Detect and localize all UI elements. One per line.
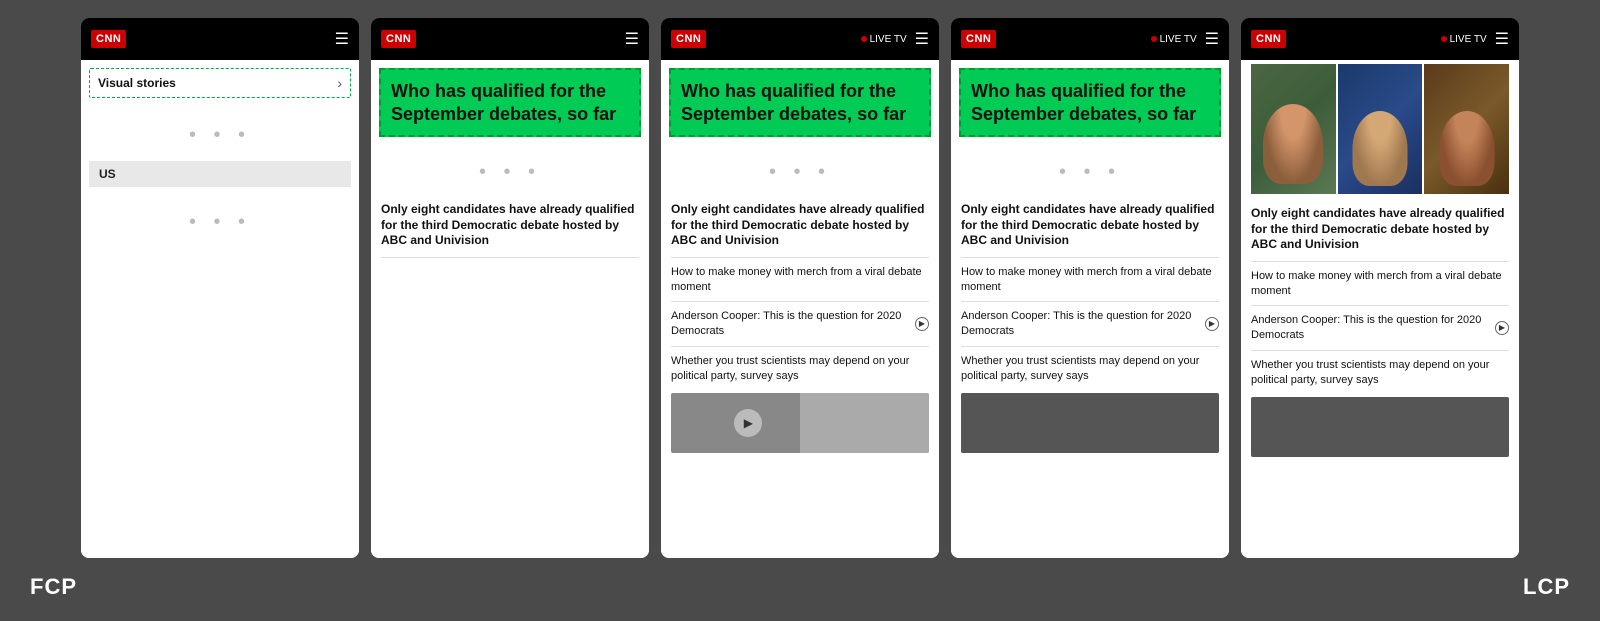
headline-text-3: Who has qualified for the September deba… [681,80,919,125]
divider-3c [671,346,929,347]
phone-body-4: Who has qualified for the September deba… [951,60,1229,558]
article-image-3: ▶ [671,393,929,453]
visual-stories-bar[interactable]: Visual stories › [89,68,351,98]
cnn-logo-3: CNN [671,30,706,48]
chevron-right-icon: › [337,75,342,91]
sub-article-4-3: Whether you trust scientists may depend … [961,354,1219,384]
cnn-logo-1: CNN [91,30,126,48]
live-dot-5 [1441,36,1447,42]
loading-dots-2: • • • [81,191,359,244]
divider-3a [671,257,929,258]
article-title-5: Only eight candidates have already quali… [1251,206,1509,253]
phone-3: CNN LIVE TV ☰ Who has qualified for the … [661,18,939,558]
live-tv-text-4: LIVE TV [1160,34,1197,45]
sub-article-5-3: Whether you trust scientists may depend … [1251,358,1509,388]
divider-5a [1251,261,1509,262]
sub-article-5-2: Anderson Cooper: This is the question fo… [1251,313,1509,343]
divider-4b [961,301,1219,302]
sub-article-3-2: Anderson Cooper: This is the question fo… [671,309,929,339]
header-right-2: ☰ [625,29,639,49]
lcp-person-image-2 [1338,64,1423,194]
header-right-4: LIVE TV ☰ [1151,29,1219,49]
phone-fcp: CNN ☰ Visual stories › • • • US • • • [81,18,359,558]
hamburger-icon-5[interactable]: ☰ [1495,29,1509,49]
play-overlay-3[interactable]: ▶ [734,409,762,437]
headline-box-4: Who has qualified for the September deba… [959,68,1221,137]
cnn-logo-5: CNN [1251,30,1286,48]
article-title-3: Only eight candidates have already quali… [671,202,929,249]
lcp-image-row [1251,64,1509,194]
loading-dots-4: • • • [661,141,939,194]
live-tv-label-3: LIVE TV [861,34,907,45]
phone-body-3: Who has qualified for the September deba… [661,60,939,558]
article-title-2: Only eight candidates have already quali… [381,202,639,249]
headline-box-3: Who has qualified for the September deba… [669,68,931,137]
play-icon-4[interactable]: ▶ [1205,317,1219,331]
cnn-header-5: CNN LIVE TV ☰ [1241,18,1519,60]
live-tv-text-3: LIVE TV [870,34,907,45]
phone-lcp: CNN LIVE TV ☰ Only eight candidates have… [1241,18,1519,558]
divider-3b [671,301,929,302]
loading-dots-5: • • • [951,141,1229,194]
hamburger-icon-4[interactable]: ☰ [1205,29,1219,49]
phone-body-1: Visual stories › • • • US • • • [81,60,359,558]
sub-article-5-1: How to make money with merch from a vira… [1251,269,1509,299]
phone-2: CNN ☰ Who has qualified for the Septembe… [371,18,649,558]
hamburger-icon-1[interactable]: ☰ [335,29,349,49]
hamburger-icon-3[interactable]: ☰ [915,29,929,49]
divider-4a [961,257,1219,258]
live-dot-4 [1151,36,1157,42]
sub-article-3-1: How to make money with merch from a vira… [671,265,929,295]
cnn-logo-2: CNN [381,30,416,48]
live-tv-label-5: LIVE TV [1441,34,1487,45]
phones-container: CNN ☰ Visual stories › • • • US • • • CN… [0,0,1600,558]
cnn-header-4: CNN LIVE TV ☰ [951,18,1229,60]
play-icon-3[interactable]: ▶ [915,317,929,331]
image-overlay-3 [800,393,929,453]
lcp-person-image-3 [1424,64,1509,194]
cnn-header-1: CNN ☰ [81,18,359,60]
visual-stories-label: Visual stories [98,76,176,90]
fcp-label: FCP [30,574,77,600]
hamburger-icon-2[interactable]: ☰ [625,29,639,49]
live-tv-label-4: LIVE TV [1151,34,1197,45]
headline-text-2: Who has qualified for the September deba… [391,80,629,125]
cnn-header-2: CNN ☰ [371,18,649,60]
live-tv-text-5: LIVE TV [1450,34,1487,45]
header-right-1: ☰ [335,29,349,49]
headline-text-4: Who has qualified for the September deba… [971,80,1209,125]
divider-4c [961,346,1219,347]
sub-article-4-1: How to make money with merch from a vira… [961,265,1219,295]
header-right-5: LIVE TV ☰ [1441,29,1509,49]
divider-5c [1251,350,1509,351]
headline-box-2: Who has qualified for the September deba… [379,68,641,137]
phone-body-2: Who has qualified for the September deba… [371,60,649,558]
loading-dots-3: • • • [371,141,649,194]
sub-article-4-2: Anderson Cooper: This is the question fo… [961,309,1219,339]
header-right-3: LIVE TV ☰ [861,29,929,49]
divider-2 [381,257,639,258]
us-section-label: US [89,161,351,187]
article-image-5 [1251,397,1509,457]
divider-5b [1251,305,1509,306]
sub-article-3-3: Whether you trust scientists may depend … [671,354,929,384]
play-icon-5[interactable]: ▶ [1495,321,1509,335]
cnn-header-3: CNN LIVE TV ☰ [661,18,939,60]
lcp-person-image-1 [1251,64,1336,194]
live-dot-3 [861,36,867,42]
cnn-logo-4: CNN [961,30,996,48]
phone-4: CNN LIVE TV ☰ Who has qualified for the … [951,18,1229,558]
article-title-4: Only eight candidates have already quali… [961,202,1219,249]
labels-row: FCP LCP [0,564,1600,610]
lcp-label: LCP [1523,574,1570,600]
phone-body-5: Only eight candidates have already quali… [1241,60,1519,558]
loading-dots-1: • • • [81,104,359,157]
article-image-4 [961,393,1219,453]
